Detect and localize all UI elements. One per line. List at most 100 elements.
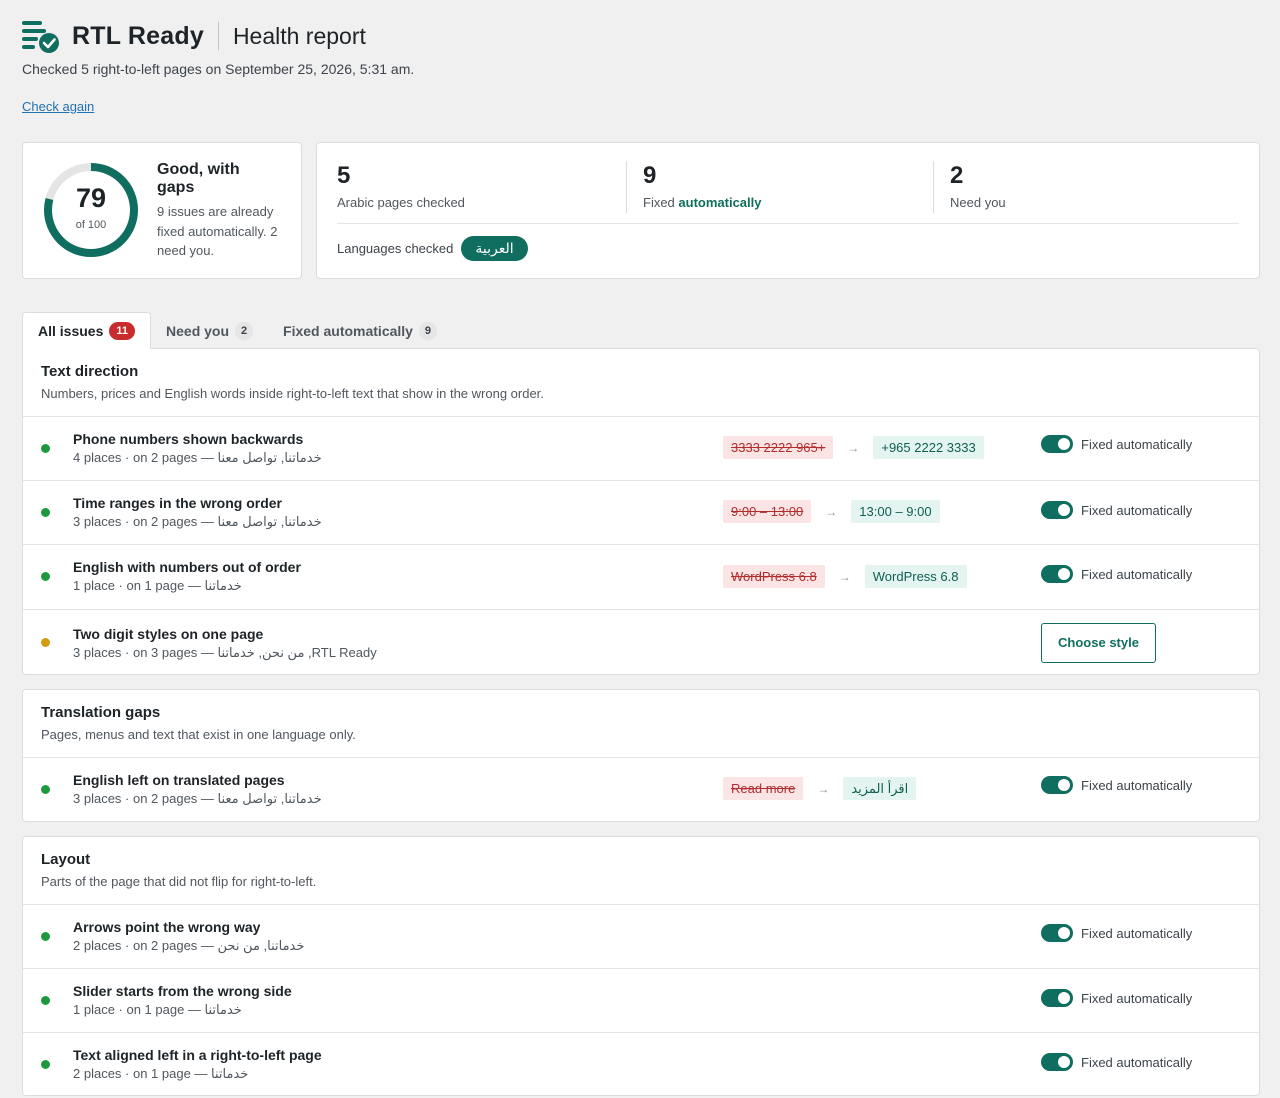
tab-label: All issues bbox=[38, 323, 104, 339]
toggle-switch[interactable] bbox=[1041, 501, 1073, 519]
stat-label-accent: automatically bbox=[678, 195, 762, 210]
section-description: Parts of the page that did not flip for … bbox=[41, 874, 317, 889]
tab-label: Need you bbox=[166, 323, 230, 339]
issue-meta-count: 2 places · on 1 page — bbox=[73, 1066, 212, 1081]
auto-fix-toggle[interactable]: Fixed automatically bbox=[1041, 989, 1192, 1007]
section-description: Numbers, prices and English words inside… bbox=[41, 386, 544, 401]
issue-meta: 1 place · on 1 page — خدماتنا bbox=[73, 578, 242, 594]
issue-row: English left on translated pages 3 place… bbox=[23, 758, 1259, 821]
tab-label: Fixed automatically bbox=[283, 323, 413, 339]
status-ok-icon bbox=[41, 996, 50, 1005]
tab-fixed-automatically[interactable]: Fixed automatically 9 bbox=[268, 313, 452, 349]
toggle-knob bbox=[1058, 504, 1070, 516]
before-value: WordPress 6.8 bbox=[723, 565, 825, 588]
before-value: 9:00 – 13:00 bbox=[723, 500, 812, 523]
issue-title: English left on translated pages bbox=[73, 772, 285, 788]
before-after: 3333 2222 965+ → +965 2222 3333 bbox=[723, 436, 984, 459]
auto-fix-toggle[interactable]: Fixed automatically bbox=[1041, 501, 1192, 519]
toggle-switch[interactable] bbox=[1041, 565, 1073, 583]
stat-value: 9 bbox=[643, 162, 657, 189]
auto-fix-toggle[interactable]: Fixed automatically bbox=[1041, 565, 1192, 583]
section-title: Text direction bbox=[41, 363, 139, 380]
section-text-direction: Text direction Numbers, prices and Engli… bbox=[22, 348, 1260, 675]
arrow-right-icon: → bbox=[838, 569, 851, 584]
issue-meta-count: 1 place · on 1 page — bbox=[73, 1002, 205, 1017]
issue-meta: 3 places · on 2 pages — خدماتنا, تواصل م… bbox=[73, 514, 322, 530]
score-value: 79 bbox=[75, 183, 107, 213]
toggle-label: Fixed automatically bbox=[1081, 777, 1193, 793]
stat-label-prefix: Fixed bbox=[643, 195, 679, 210]
after-value: WordPress 6.8 bbox=[864, 565, 967, 588]
toggle-knob bbox=[1058, 927, 1070, 939]
toggle-knob bbox=[1058, 779, 1070, 791]
toggle-switch[interactable] bbox=[1041, 1053, 1073, 1071]
toggle-switch[interactable] bbox=[1041, 924, 1073, 942]
app-header: RTL Ready Health report bbox=[22, 16, 366, 56]
section-header: Translation gaps Pages, menus and text t… bbox=[23, 690, 1259, 758]
after-value: 13:00 – 9:00 bbox=[851, 500, 940, 523]
status-ok-icon bbox=[41, 572, 50, 581]
languages-label: Languages checked bbox=[337, 241, 454, 256]
toggle-knob bbox=[1058, 568, 1070, 580]
tab-need-you[interactable]: Need you 2 bbox=[151, 313, 268, 349]
languages-checked: Languages checked العربية bbox=[337, 236, 528, 261]
issue-meta: 4 places · on 2 pages — خدماتنا, تواصل م… bbox=[73, 450, 322, 466]
toggle-label: Fixed automatically bbox=[1081, 1054, 1193, 1070]
issue-title: Arrows point the wrong way bbox=[73, 919, 261, 935]
report-subtitle: Checked 5 right-to-left pages on Septemb… bbox=[22, 61, 415, 77]
stat-value: 2 bbox=[950, 162, 964, 189]
checklist-check-icon bbox=[22, 18, 60, 54]
score-title: Good, with gaps bbox=[157, 161, 240, 196]
arrow-right-icon: → bbox=[825, 504, 838, 519]
issue-row: Two digit styles on one page 3 places · … bbox=[23, 610, 1259, 676]
issue-row: English with numbers out of order 1 plac… bbox=[23, 545, 1259, 610]
score-card: 79 of 100 Good, with gaps 9 issues are a… bbox=[22, 142, 302, 279]
toggle-knob bbox=[1058, 1056, 1070, 1068]
issue-meta-pages: خدماتنا bbox=[204, 578, 242, 593]
status-ok-icon bbox=[41, 785, 50, 794]
issue-row: Arrows point the wrong way 2 places · on… bbox=[23, 905, 1259, 969]
score-description: 9 issues are already fixed automatically… bbox=[157, 204, 278, 258]
toggle-label: Fixed automatically bbox=[1081, 566, 1193, 582]
toggle-switch[interactable] bbox=[1041, 989, 1073, 1007]
stat-divider bbox=[626, 161, 627, 213]
issue-meta-pages: خدماتنا, تواصل معنا bbox=[217, 514, 322, 529]
stat-fixed-automatically: 9 Fixed automatically bbox=[643, 161, 762, 215]
header-divider bbox=[217, 22, 219, 50]
issue-meta-count: 2 places · on 2 pages — bbox=[73, 938, 218, 953]
stat-value: 5 bbox=[337, 162, 351, 189]
section-header: Text direction Numbers, prices and Engli… bbox=[23, 349, 1259, 417]
check-again-link[interactable]: Check again bbox=[22, 99, 94, 114]
issue-meta: 2 places · on 1 page — خدماتنا bbox=[73, 1066, 248, 1082]
issue-row: Slider starts from the wrong side 1 plac… bbox=[23, 969, 1259, 1033]
issue-meta-pages: خدماتنا bbox=[204, 1002, 242, 1017]
issue-meta: 3 places · on 2 pages — خدماتنا, تواصل م… bbox=[73, 791, 322, 807]
stat-divider bbox=[933, 161, 934, 213]
status-ok-icon bbox=[41, 1060, 50, 1069]
toggle-knob bbox=[1058, 992, 1070, 1004]
section-translation-gaps: Translation gaps Pages, menus and text t… bbox=[22, 689, 1260, 822]
stats-divider bbox=[337, 223, 1239, 224]
issue-title: Two digit styles on one page bbox=[73, 626, 264, 642]
tab-all-issues[interactable]: All issues 11 bbox=[22, 312, 152, 349]
auto-fix-toggle[interactable]: Fixed automatically bbox=[1041, 435, 1192, 453]
tab-count-badge: 2 bbox=[235, 322, 254, 340]
issue-title: Slider starts from the wrong side bbox=[73, 983, 292, 999]
auto-fix-toggle[interactable]: Fixed automatically bbox=[1041, 1053, 1192, 1071]
toggle-label: Fixed automatically bbox=[1081, 925, 1193, 941]
toggle-switch[interactable] bbox=[1041, 435, 1073, 453]
issue-row: Text aligned left in a right-to-left pag… bbox=[23, 1033, 1259, 1097]
issue-meta-count: 3 places · on 2 pages — bbox=[73, 791, 218, 806]
status-ok-icon bbox=[41, 444, 50, 453]
toggle-switch[interactable] bbox=[1041, 776, 1073, 794]
issue-meta-count: 3 places · on 2 pages — bbox=[73, 514, 218, 529]
auto-fix-toggle[interactable]: Fixed automatically bbox=[1041, 776, 1192, 794]
choose-style-button[interactable]: Choose style bbox=[1041, 623, 1156, 663]
before-value: Read more bbox=[723, 777, 804, 800]
brand-name: RTL Ready bbox=[72, 21, 204, 50]
auto-fix-toggle[interactable]: Fixed automatically bbox=[1041, 924, 1192, 942]
toggle-knob bbox=[1058, 438, 1070, 450]
toggle-label: Fixed automatically bbox=[1081, 436, 1193, 452]
toggle-label: Fixed automatically bbox=[1081, 502, 1193, 518]
before-after: WordPress 6.8 → WordPress 6.8 bbox=[723, 565, 967, 588]
